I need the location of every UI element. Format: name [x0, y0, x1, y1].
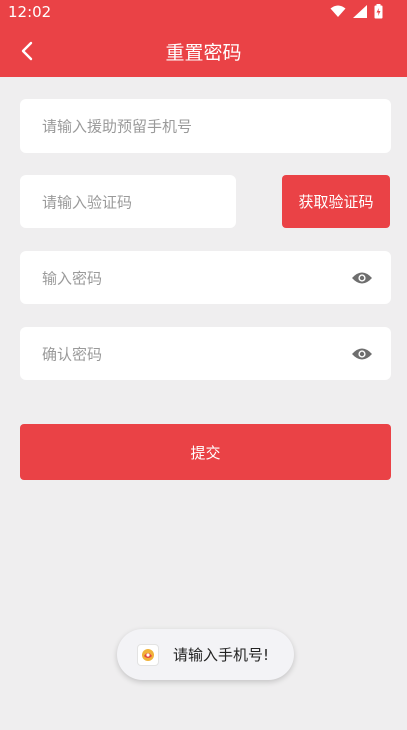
page-title: 重置密码	[165, 42, 242, 64]
toast-message: 请输入手机号!	[117, 629, 294, 680]
eye-icon[interactable]	[351, 347, 373, 361]
confirm-placeholder: 确认密码	[42, 345, 103, 363]
signal-icon	[353, 5, 367, 18]
confirm-password-input[interactable]: 确认密码	[20, 327, 391, 380]
battery-icon	[374, 4, 383, 19]
code-placeholder: 请输入验证码	[42, 193, 133, 211]
app-header: 重置密码	[0, 24, 407, 77]
password-input[interactable]: 输入密码	[20, 251, 391, 304]
verification-code-input[interactable]: 请输入验证码	[20, 175, 236, 228]
status-bar: 12:02	[0, 0, 407, 24]
submit-button[interactable]: 提交	[20, 424, 391, 480]
wifi-icon	[330, 5, 346, 17]
get-code-button[interactable]: 获取验证码	[282, 175, 390, 228]
phone-placeholder: 请输入援助预留手机号	[42, 117, 193, 136]
eye-icon[interactable]	[351, 271, 373, 285]
password-placeholder: 输入密码	[42, 269, 103, 287]
app-logo-icon	[137, 643, 159, 666]
phone-input[interactable]: 请输入援助预留手机号	[20, 99, 391, 153]
status-time: 12:02	[8, 3, 52, 21]
toast-text: 请输入手机号!	[173, 646, 270, 664]
